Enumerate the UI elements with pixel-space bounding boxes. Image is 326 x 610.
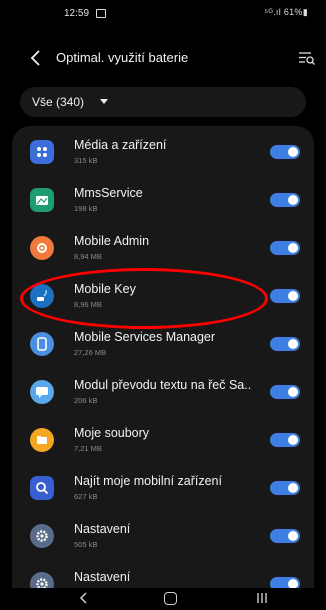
battery-optimization-toggle[interactable] xyxy=(270,433,300,447)
battery-optimization-toggle[interactable] xyxy=(270,481,300,495)
app-name: Nastavení xyxy=(74,522,131,536)
settings-icon xyxy=(30,524,54,548)
list-item[interactable]: Najít moje mobilní zařízení 627 kB xyxy=(12,464,314,512)
status-signal-battery: ⁵ᴳ.ıl 61%▮ xyxy=(264,7,308,17)
battery-optimization-toggle[interactable] xyxy=(270,337,300,351)
app-bar: Optimal. využití baterie xyxy=(0,38,326,78)
search-list-icon[interactable] xyxy=(298,50,316,66)
app-list: Média a zařízení 315 kB MmsService 198 k… xyxy=(12,126,314,600)
app-name: Média a zařízení xyxy=(74,138,167,152)
battery-optimization-toggle[interactable] xyxy=(270,289,300,303)
mobile-services-manager-icon xyxy=(30,332,54,356)
list-item[interactable]: Nastavení 505 kB xyxy=(12,512,314,560)
my-files-icon xyxy=(30,428,54,452)
text-to-speech-icon xyxy=(30,380,54,404)
nav-home-icon[interactable] xyxy=(164,592,177,605)
status-time: 12:59 xyxy=(64,8,90,19)
back-arrow-icon[interactable] xyxy=(26,48,46,68)
filter-label: Vše (340) xyxy=(32,95,85,109)
app-size: 627 kB xyxy=(74,492,98,501)
list-item[interactable]: MmsService 198 kB xyxy=(12,176,314,224)
list-item[interactable]: Mobile Admin 8,94 MB xyxy=(12,224,314,272)
app-name: Modul převodu textu na řeč Sa.. xyxy=(74,378,252,392)
mms-service-icon xyxy=(30,188,54,212)
app-name: Moje soubory xyxy=(74,426,150,440)
app-size: 198 kB xyxy=(74,204,98,213)
highlight-circle xyxy=(20,268,268,329)
media-devices-icon xyxy=(30,140,54,164)
app-size: 315 kB xyxy=(74,156,98,165)
app-name: Nastavení xyxy=(74,570,131,584)
list-item[interactable]: Média a zařízení 315 kB xyxy=(12,128,314,176)
dropdown-caret-icon xyxy=(100,99,108,104)
app-name: Mobile Admin xyxy=(74,234,150,248)
app-name: MmsService xyxy=(74,186,143,200)
app-size: 206 kB xyxy=(74,396,98,405)
app-size: 27,26 MB xyxy=(74,348,107,357)
list-item[interactable]: Moje soubory 7,21 MB xyxy=(12,416,314,464)
battery-optimization-toggle[interactable] xyxy=(270,385,300,399)
battery-optimization-toggle[interactable] xyxy=(270,145,300,159)
battery-optimization-toggle[interactable] xyxy=(270,193,300,207)
find-my-mobile-icon xyxy=(30,476,54,500)
image-notification-icon xyxy=(96,9,106,18)
app-name: Najít moje mobilní zařízení xyxy=(74,474,222,488)
page-title: Optimal. využití baterie xyxy=(56,50,189,65)
navigation-bar xyxy=(0,588,326,610)
filter-dropdown[interactable]: Vše (340) xyxy=(20,87,306,117)
list-item[interactable]: Modul převodu textu na řeč Sa.. 206 kB xyxy=(12,368,314,416)
app-size: 505 kB xyxy=(74,540,98,549)
status-bar: 12:59 ⁵ᴳ.ıl 61%▮ xyxy=(0,0,326,30)
nav-recents-icon[interactable] xyxy=(256,592,268,604)
app-size: 8,94 MB xyxy=(74,252,102,261)
nav-back-icon[interactable] xyxy=(78,592,90,604)
battery-optimization-toggle[interactable] xyxy=(270,241,300,255)
app-size: 7,21 MB xyxy=(74,444,102,453)
battery-optimization-toggle[interactable] xyxy=(270,529,300,543)
app-name: Mobile Services Manager xyxy=(74,330,216,344)
mobile-admin-icon xyxy=(30,236,54,260)
